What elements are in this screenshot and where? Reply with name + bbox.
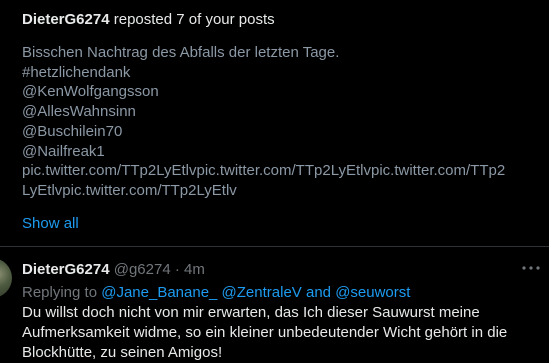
tweet-header: DieterG6274 @g6274 · 4m <box>22 260 205 279</box>
preview-line: pic.twitter.com/TTp2LyEtlvpic.twitter.co… <box>22 162 506 180</box>
more-options-button[interactable] <box>520 260 542 276</box>
show-all-link[interactable]: Show all <box>22 214 79 233</box>
preview-line: #hetzlichendank <box>22 63 131 81</box>
tweet-text: Du willst doch nicht von mir erwarten, d… <box>22 303 542 363</box>
preview-line: @Buschilein70 <box>22 122 123 140</box>
repost-notification[interactable]: DieterG6274 reposted 7 of your posts Bis… <box>0 0 549 246</box>
notification-action-text: reposted 7 of your posts <box>113 11 275 28</box>
mention-link[interactable]: @Jane_Banane_ <box>101 284 217 301</box>
avatar[interactable] <box>0 258 12 298</box>
preview-line: LyEtlvpic.twitter.com/TTp2LyEtlv <box>22 181 237 199</box>
preview-line: @KenWolfgangsson <box>22 83 159 101</box>
tweet-text-line: Du willst doch nicht von mir erwarten, d… <box>22 304 480 321</box>
header-separator: · <box>174 261 180 278</box>
preview-line: @AllesWahnsinn <box>22 103 136 121</box>
preview-line: @Nailfreak1 <box>22 142 105 160</box>
mention-link[interactable]: @seuworst <box>335 284 410 301</box>
more-horizontal-icon <box>522 266 540 270</box>
mention-link[interactable]: @ZentraleV <box>222 284 302 301</box>
reply-tweet[interactable]: DieterG6274 @g6274 · 4m Replying to @Jan… <box>0 247 549 361</box>
post-preview-text: Bisschen Nachtrag des Abfalls der letzte… <box>22 43 547 201</box>
tweet-timestamp[interactable]: 4m <box>184 261 205 278</box>
tweet-text-line: Aufmerksamkeit widme, so ein kleiner unb… <box>22 324 508 341</box>
replying-to-label: Replying to <box>22 284 98 301</box>
tweet-display-name[interactable]: DieterG6274 <box>22 261 110 278</box>
tweet-text-line: Blockhütte, zu seinen Amigos! <box>22 344 223 361</box>
preview-line: Bisschen Nachtrag des Abfalls der letzte… <box>22 44 340 61</box>
notification-user-name[interactable]: DieterG6274 <box>22 11 110 28</box>
tweet-handle[interactable]: @g6274 <box>114 261 171 278</box>
replying-to-line: Replying to @Jane_Banane_ @ZentraleV and… <box>22 283 410 302</box>
notification-header: DieterG6274 reposted 7 of your posts <box>22 10 275 29</box>
mention-and-label: and <box>305 284 332 301</box>
